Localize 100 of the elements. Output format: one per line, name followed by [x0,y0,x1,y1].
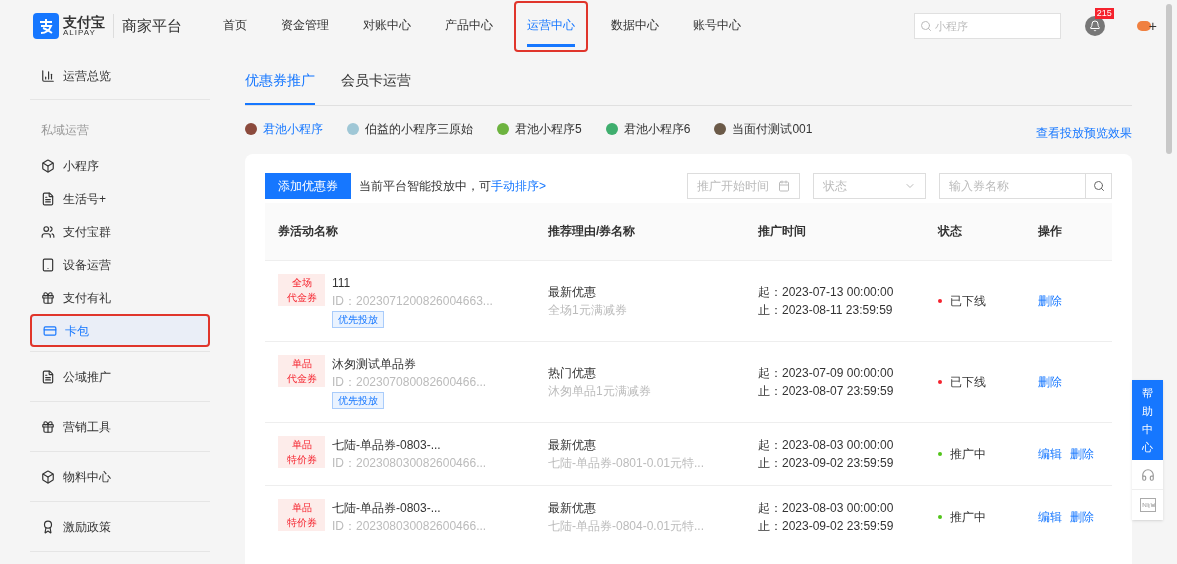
coupon-id: ID：2023071200826004663... [332,292,493,310]
status-text: 已下线 [950,373,986,391]
new-badge-icon[interactable] [1139,498,1156,512]
app-chip[interactable]: 当面付测试001 [714,120,813,138]
nav-tab[interactable]: 首页 [223,5,247,47]
app-chip[interactable]: 君池小程序 [245,120,323,138]
search-icon [1092,180,1105,192]
document-icon [41,369,55,384]
end-time: 止：2023-09-02 23:59:59 [758,454,895,472]
device-icon [41,257,55,272]
coupon-id: ID：202307080082600466... [332,373,487,391]
fish-avatar-icon[interactable] [1136,21,1151,31]
coupon-title: 七陆-单品券-0804-0.01元特... [548,517,706,535]
action-link[interactable]: 编辑 [1038,507,1062,526]
end-time: 止：2023-08-11 23:59:59 [758,301,894,319]
status-text: 推广中 [950,445,986,463]
coupon-title: 沐匆单品1元满减券 [548,382,652,400]
search-field[interactable]: 小程序 [913,13,1061,39]
preview-link[interactable]: 查看投放预览效果 [1036,124,1132,142]
add-coupon-button[interactable]: 添加优惠券 [265,173,351,199]
sidebar-item[interactable]: 支付宝群 [30,215,210,248]
bell-icon [1088,20,1101,32]
chart-icon [41,68,55,83]
headset-icon[interactable] [1140,467,1155,482]
status-text: 推广中 [950,508,986,526]
notification-button[interactable] [1084,16,1105,36]
cube-icon [41,469,55,484]
logo-text: 支付宝 [63,15,105,29]
coupon-type-tag: 单品 代金券 [278,354,325,387]
notification-badge: 215 [1094,8,1114,19]
coupon-title: 全场1元满减券 [548,301,628,319]
sidebar-item[interactable]: 支付有礼 [30,281,210,314]
name-search-field[interactable]: 输入券名称 [939,173,1086,199]
medal-icon [41,519,55,534]
sidebar-item[interactable]: 卡包 [30,314,210,347]
hint-text: 当前平台智能投放中，可手动排序> [359,178,546,195]
action-link[interactable]: 编辑 [1038,444,1062,463]
scrollbar[interactable] [1166,4,1172,154]
priority-tag: 优先投放 [332,310,384,328]
start-time: 起：2023-08-03 00:00:00 [758,436,895,454]
start-time: 起：2023-08-03 00:00:00 [758,499,895,517]
coupon-id: ID：202308030082600466... [332,517,487,535]
nav-tab[interactable]: 对账中心 [363,5,411,47]
search-button[interactable] [1086,173,1112,199]
reason-text: 最新优惠 [548,283,597,301]
start-time: 起：2023-07-13 00:00:00 [758,283,895,301]
status-text: 已下线 [950,292,986,310]
sidebar-item[interactable]: 公域推广 [30,367,111,386]
content-tab[interactable]: 会员卡运营 [341,70,411,105]
end-time: 止：2023-09-02 23:59:59 [758,517,895,535]
logo-mark-icon [37,17,55,35]
coupon-type-tag: 全场 代金券 [278,273,325,306]
column-header: 状态 [925,203,1025,260]
column-header: 推广时间 [745,203,925,260]
cube-icon [41,158,55,173]
start-time: 起：2023-07-09 00:00:00 [758,364,895,382]
sidebar-item[interactable]: 小程序 [30,149,210,182]
action-link[interactable]: 删除 [1070,507,1094,526]
action-link[interactable]: 删除 [1070,444,1094,463]
app-chip[interactable]: 君池小程序6 [605,120,691,138]
platform-title: 商家平台 [122,15,182,36]
reason-text: 最新优惠 [548,436,597,454]
action-link[interactable]: 删除 [1038,291,1062,310]
coupon-title: 七陆-单品券-0801-0.01元特... [548,454,706,472]
column-header: 推荐理由/券名称 [535,203,745,260]
calendar-icon [778,180,790,192]
end-time: 止：2023-08-07 23:59:59 [758,382,895,400]
coupon-id: ID：202308030082600466... [332,454,487,472]
reason-text: 最新优惠 [548,499,597,517]
coupon-name: 七陆-单品券-0803-... [332,499,442,517]
sidebar-item[interactable]: 生活号+ [30,182,210,215]
app-chip[interactable]: 君池小程序5 [497,120,582,138]
sidebar-item[interactable]: 物料中心 [30,467,111,486]
gift-icon [41,290,55,305]
sidebar-item[interactable]: 设备运营 [30,248,210,281]
sidebar-item[interactable]: 运营总览 [63,66,111,85]
alipay-logo[interactable]: 支付宝 ALIPAY [33,13,105,39]
section-title: 私域运营 [40,122,90,139]
card-icon [43,323,57,338]
logo-subtext: ALIPAY [63,29,96,37]
manual-sort-link[interactable]: 手动排序> [491,179,546,193]
search-icon [919,20,932,32]
nav-tab[interactable]: 产品中心 [445,5,493,47]
coupon-name: 七陆-单品券-0803-... [332,436,442,454]
reason-text: 热门优惠 [548,364,597,382]
app-chip[interactable]: 伯益的小程序三原始 [347,120,473,138]
nav-tab[interactable]: 数据中心 [611,5,659,47]
action-link[interactable]: 删除 [1038,372,1062,391]
document-icon [41,191,55,206]
help-center-button[interactable]: 帮助中心 [1132,380,1163,460]
sidebar-item[interactable]: 激励政策 [30,517,111,536]
coupon-type-tag: 单品 特价券 [278,435,325,468]
user-mark: + [1148,16,1157,36]
column-header: 券活动名称 [265,203,535,260]
coupon-name: 111 [332,274,352,292]
content-tab[interactable]: 优惠券推广 [245,70,315,105]
sidebar-item[interactable]: 营销工具 [30,417,111,436]
priority-tag: 优先投放 [332,391,384,409]
nav-tab[interactable]: 账号中心 [693,5,741,47]
nav-tab[interactable]: 资金管理 [281,5,329,47]
